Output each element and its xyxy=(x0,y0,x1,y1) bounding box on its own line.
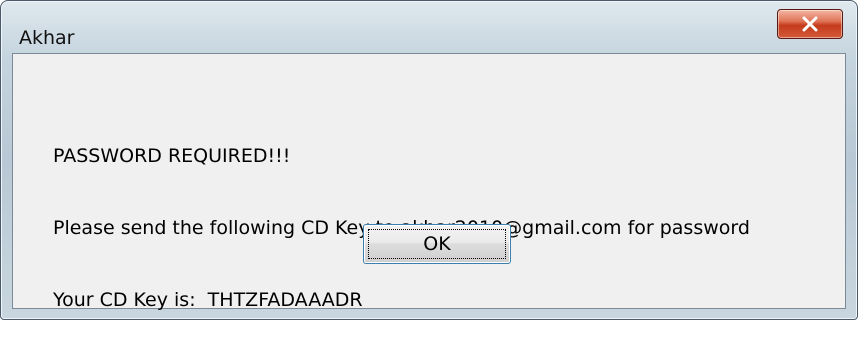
ok-button-label: OK xyxy=(423,233,451,255)
message-line-cd-key: Your CD Key is: THTZFADAAADR xyxy=(53,289,363,311)
close-button[interactable] xyxy=(777,9,843,39)
dialog-content: PASSWORD REQUIRED!!! Please send the fol… xyxy=(12,53,846,311)
focus-rectangle: OK xyxy=(368,229,506,259)
window-title: Akhar xyxy=(19,27,75,49)
ok-button[interactable]: OK xyxy=(363,224,511,264)
close-x-icon xyxy=(801,16,819,32)
title-bar[interactable]: Akhar xyxy=(1,1,857,49)
dialog-window: Akhar PASSWORD REQUIRED!!! Please send t… xyxy=(0,0,858,320)
message-line-heading: PASSWORD REQUIRED!!! xyxy=(53,145,291,167)
